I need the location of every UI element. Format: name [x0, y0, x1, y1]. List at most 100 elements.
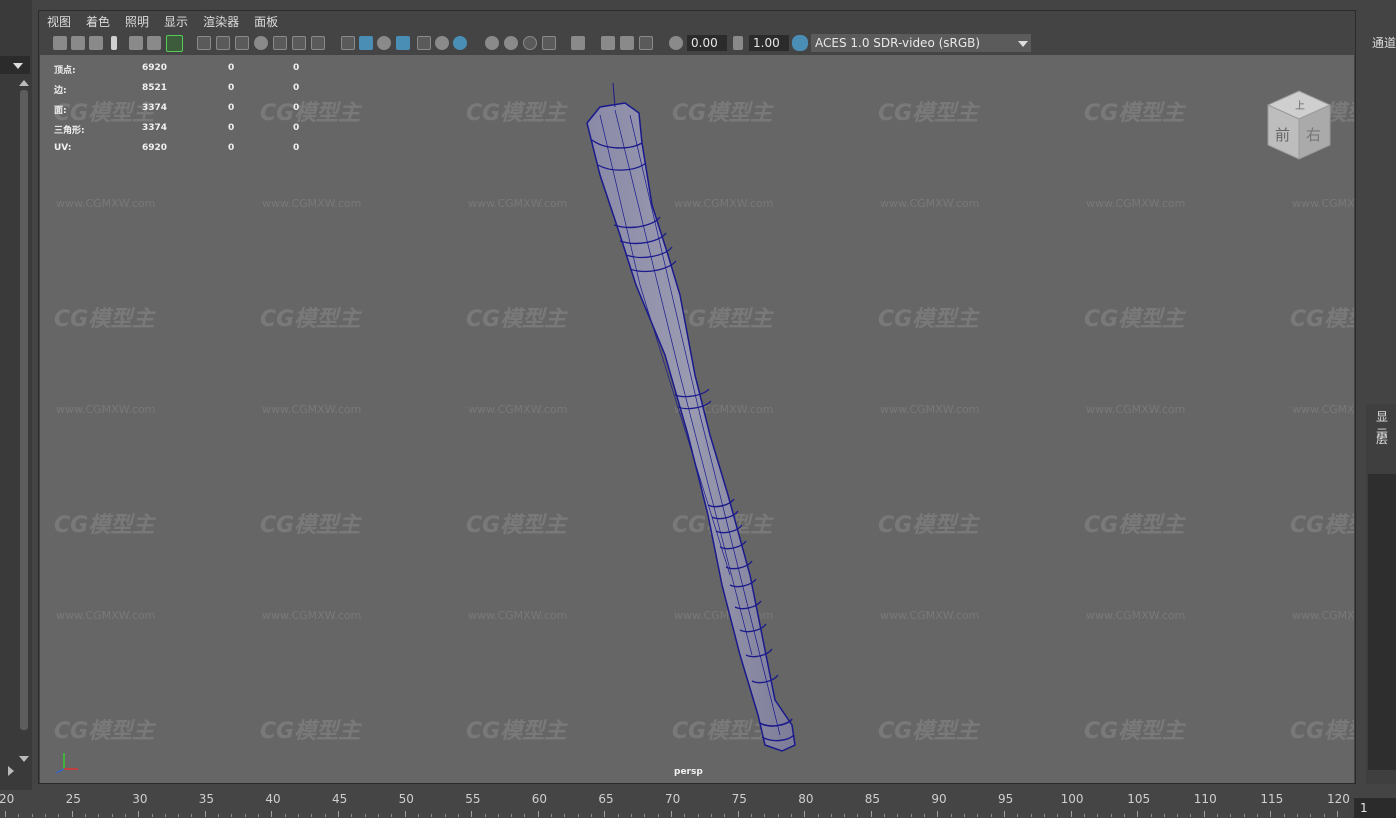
timeline-minor-tick: [1123, 814, 1125, 817]
gate-mask-icon[interactable]: [254, 36, 268, 50]
select-camera-icon[interactable]: [53, 36, 67, 50]
depth-of-field-icon[interactable]: [542, 36, 556, 50]
bookmark-icon[interactable]: [111, 36, 117, 50]
safe-action-icon[interactable]: [292, 36, 306, 50]
viewcube-right-label[interactable]: 右: [1306, 126, 1321, 144]
safe-title-icon[interactable]: [311, 36, 325, 50]
timeline-major-tick: [937, 811, 939, 817]
shadows-icon[interactable]: [453, 36, 467, 50]
timeline-minor-tick: [364, 814, 366, 817]
menu-panels[interactable]: 面板: [246, 11, 285, 30]
wireframe-icon[interactable]: [341, 36, 355, 50]
timeline-tick-label: 45: [332, 792, 348, 806]
hud-value: 6920: [142, 143, 168, 153]
timeline-minor-tick: [151, 814, 153, 817]
menu-shading[interactable]: 着色: [78, 11, 117, 30]
timeline-minor-tick: [1177, 814, 1179, 817]
layer-list[interactable]: [1368, 474, 1396, 770]
timeline-minor-tick: [1323, 814, 1325, 817]
current-frame-field[interactable]: 1: [1354, 798, 1396, 818]
timeline-major-tick: [671, 811, 672, 817]
camera-attributes-icon[interactable]: [71, 36, 85, 50]
image-plane-icon[interactable]: [129, 36, 143, 50]
timeline-major-tick: [1070, 811, 1072, 817]
timeline-minor-tick: [1083, 814, 1085, 817]
channels-tab[interactable]: 通道: [1372, 34, 1396, 51]
menu-view[interactable]: 视图: [39, 11, 78, 30]
timeline-minor-tick: [1310, 814, 1312, 817]
scroll-down-arrow-icon[interactable]: [19, 756, 29, 762]
anti-alias-icon[interactable]: [523, 36, 537, 50]
viewcube-top-label[interactable]: 上: [1295, 100, 1305, 112]
3d-viewport[interactable]: CG模型主 www.CGMXW.com CG模型主 www.CGMXW.com CG模型…: [40, 55, 1354, 783]
timeline-tick-label: 55: [465, 792, 481, 806]
menu-lighting[interactable]: 照明: [117, 11, 156, 30]
lights-icon[interactable]: [435, 36, 449, 50]
viewport-panel: 视图 着色 照明 显示 渲染器 面板 0.00 1.00 ACES 1.0 SD…: [38, 10, 1356, 784]
chevron-down-icon[interactable]: [1014, 34, 1031, 52]
expand-arrow-icon[interactable]: [8, 766, 14, 776]
timeline-minor-tick: [1297, 814, 1299, 817]
exposure-field[interactable]: 0.00: [687, 35, 727, 51]
left-dropdown[interactable]: [0, 56, 30, 74]
timeline-major-tick: [604, 811, 606, 817]
menu-show[interactable]: 显示: [156, 11, 195, 30]
timeline-major-tick: [138, 811, 140, 817]
timeline-major-tick: [1203, 811, 1205, 817]
hud-value: 0: [293, 83, 300, 93]
xray-icon[interactable]: [417, 36, 431, 50]
xray-active-icon[interactable]: [620, 36, 634, 50]
timeline-major-tick: [1270, 811, 1272, 817]
texture-icon[interactable]: [639, 36, 653, 50]
timeline-minor-tick: [897, 814, 899, 817]
menu-renderer[interactable]: 渲染器: [195, 11, 246, 30]
hud-value: 0: [293, 143, 300, 153]
timeline-tick-label: 30: [132, 792, 148, 806]
timeline-minor-tick: [1110, 814, 1112, 817]
color-space-dropdown[interactable]: ACES 1.0 SDR-video (sRGB): [811, 34, 1031, 52]
viewcube-front-label[interactable]: 前: [1275, 126, 1290, 144]
timeline-minor-tick: [817, 814, 819, 817]
timeline-minor-tick: [1257, 814, 1259, 817]
timeline-minor-tick: [1230, 814, 1232, 817]
timeline-minor-tick: [391, 814, 393, 817]
default-material-icon[interactable]: [377, 36, 391, 50]
timeline-minor-tick: [231, 814, 233, 817]
motion-blur-icon[interactable]: [504, 36, 518, 50]
smooth-shade-icon[interactable]: [359, 36, 373, 50]
resolution-gate-icon[interactable]: [235, 36, 249, 50]
layers-menu[interactable]: 层: [1376, 430, 1388, 447]
timeline-minor-tick: [644, 814, 646, 817]
color-management-icon[interactable]: [792, 35, 808, 51]
field-chart-icon[interactable]: [273, 36, 287, 50]
timeline-minor-tick: [617, 814, 619, 817]
pan-zoom-icon[interactable]: [147, 36, 161, 50]
time-slider[interactable]: 20 25 30 35 40 45 50 55 60 65 70 75 80 85 90 95 100 105 11…: [0, 790, 1350, 818]
hud-value: 0: [293, 123, 300, 133]
xray-joints-icon[interactable]: [601, 36, 615, 50]
viewcube[interactable]: 上 前 右: [1264, 89, 1334, 165]
timeline-minor-tick: [191, 814, 193, 817]
timeline-major-tick: [5, 811, 6, 817]
scroll-up-arrow-icon[interactable]: [19, 80, 29, 86]
hud-value: 0: [228, 143, 235, 153]
timeline-major-tick: [1004, 811, 1005, 817]
wireframe-bat-mesh[interactable]: [40, 55, 1354, 783]
timeline-major-tick: [804, 811, 806, 817]
timeline-tick-label: 120: [1327, 792, 1350, 806]
timeline-minor-tick: [724, 814, 726, 817]
screen-space-ao-icon[interactable]: [485, 36, 499, 50]
bookmark-camera-icon[interactable]: [89, 36, 103, 50]
film-gate-icon[interactable]: [216, 36, 230, 50]
gamma-field[interactable]: 1.00: [749, 35, 789, 51]
timeline-tick-label: 85: [864, 792, 881, 806]
timeline-minor-tick: [1243, 814, 1245, 817]
left-scrollbar[interactable]: [20, 90, 28, 730]
hud-label: UV:: [54, 143, 72, 153]
grid-icon[interactable]: [197, 36, 211, 50]
isolate-select-icon[interactable]: [571, 36, 585, 50]
timeline-minor-tick: [844, 814, 846, 817]
grease-pencil-icon[interactable]: [166, 35, 183, 52]
timeline-minor-tick: [497, 814, 499, 817]
wireframe-on-shaded-icon[interactable]: [396, 36, 410, 50]
